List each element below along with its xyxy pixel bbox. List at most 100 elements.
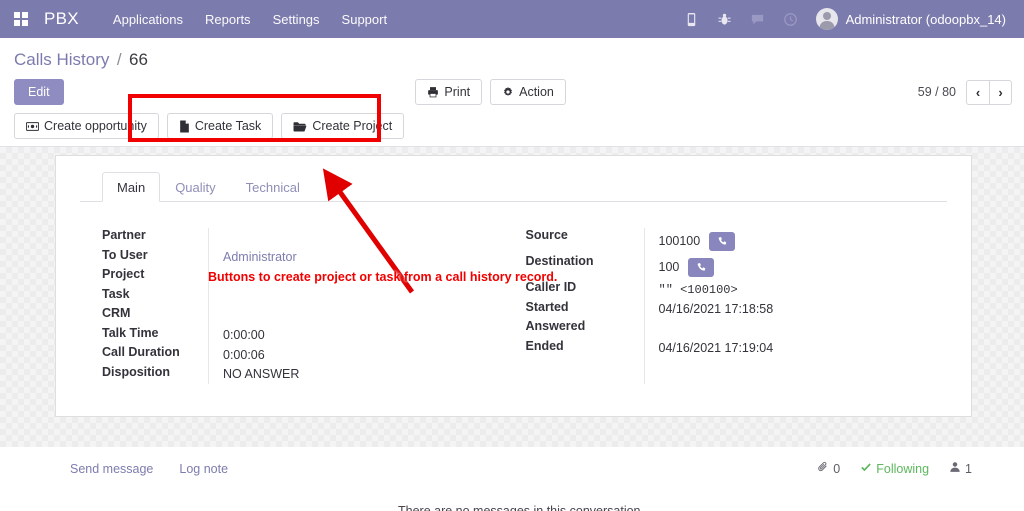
clock-icon[interactable] bbox=[783, 11, 799, 27]
value-destination-row: 100 bbox=[659, 254, 948, 280]
chatter-toolbar: Send message Log note 0 Following 1 bbox=[70, 461, 972, 476]
print-label: Print bbox=[444, 85, 471, 99]
label-project: Project bbox=[102, 267, 145, 281]
control-panel: Edit Print Action 59 / 80 ‹ › bbox=[0, 74, 1024, 109]
control-panel-actions: Print Action bbox=[415, 79, 566, 105]
label-task: Task bbox=[102, 286, 130, 301]
label-answered: Answered bbox=[525, 319, 586, 333]
create-task-button[interactable]: Create Task bbox=[166, 113, 274, 139]
breadcrumb-record-id: 66 bbox=[129, 50, 148, 69]
value-partner bbox=[223, 228, 514, 248]
label-talk-time: Talk Time bbox=[102, 325, 159, 340]
main-menu: Applications Reports Settings Support bbox=[113, 12, 387, 27]
form-tabs: Main Quality Technical bbox=[80, 172, 947, 202]
form-values-right: 100100 100 "" <100100> 04/16/2021 17:18:… bbox=[643, 228, 948, 384]
user-icon bbox=[949, 461, 961, 476]
bug-icon[interactable] bbox=[717, 11, 733, 27]
avatar bbox=[815, 8, 838, 30]
follower-count-value: 1 bbox=[965, 461, 972, 476]
value-to-user[interactable]: Administrator bbox=[223, 248, 514, 268]
printer-icon bbox=[427, 86, 439, 98]
menu-item-support[interactable]: Support bbox=[342, 12, 388, 27]
value-disposition: NO ANSWER bbox=[223, 367, 300, 382]
user-name: Administrator (odoopbx_14) bbox=[845, 11, 1006, 27]
value-crm bbox=[223, 306, 514, 326]
value-project bbox=[223, 267, 514, 287]
form-column-right: Source Destination Caller ID Started Ans… bbox=[514, 228, 948, 384]
create-opportunity-label: Create opportunity bbox=[44, 119, 147, 133]
value-source: 100100 bbox=[658, 234, 701, 248]
record-action-buttons: Create opportunity Create Task Create Pr… bbox=[0, 109, 1024, 147]
pager-next-button[interactable]: › bbox=[988, 79, 1012, 105]
money-bill-icon bbox=[26, 121, 39, 132]
following-status[interactable]: Following bbox=[860, 461, 929, 476]
action-label: Action bbox=[519, 85, 554, 99]
page-body: Main Quality Technical Partner To User P… bbox=[0, 147, 1024, 447]
print-button[interactable]: Print bbox=[415, 79, 483, 105]
label-ended: Ended bbox=[525, 338, 564, 353]
breadcrumb: Calls History / 66 bbox=[0, 38, 1024, 74]
breadcrumb-root[interactable]: Calls History bbox=[14, 50, 109, 69]
label-destination: Destination bbox=[525, 254, 594, 268]
file-icon bbox=[179, 120, 190, 133]
value-destination: 100 bbox=[658, 260, 680, 274]
send-message-button[interactable]: Send message bbox=[70, 462, 153, 476]
tab-main[interactable]: Main bbox=[102, 172, 161, 202]
value-talk-time: 0:00:00 bbox=[223, 328, 265, 343]
label-to-user: To User bbox=[102, 247, 148, 262]
chatter-stats: 0 Following 1 bbox=[817, 461, 972, 476]
label-crm: CRM bbox=[102, 306, 131, 320]
pager-previous-button[interactable]: ‹ bbox=[965, 79, 989, 105]
value-ended: 04/16/2021 17:19:04 bbox=[658, 341, 774, 356]
label-source: Source bbox=[525, 228, 568, 242]
call-destination-button[interactable] bbox=[688, 257, 715, 277]
user-menu[interactable]: Administrator (odoopbx_14) bbox=[815, 8, 1006, 30]
edit-button[interactable]: Edit bbox=[14, 79, 64, 105]
value-started: 04/16/2021 17:18:58 bbox=[658, 302, 774, 317]
attachment-count-value: 0 bbox=[833, 461, 841, 476]
pager-buttons: ‹ › bbox=[965, 79, 1012, 105]
value-task bbox=[223, 287, 514, 307]
follower-count[interactable]: 1 bbox=[949, 461, 972, 476]
menu-item-settings[interactable]: Settings bbox=[273, 12, 320, 27]
label-caller-id: Caller ID bbox=[525, 280, 577, 294]
label-partner: Partner bbox=[102, 228, 146, 242]
value-answered bbox=[659, 319, 948, 339]
menu-item-reports[interactable]: Reports bbox=[205, 12, 251, 27]
value-source-row: 100100 bbox=[659, 228, 948, 254]
pager: 59 / 80 ‹ › bbox=[917, 79, 1012, 105]
tab-quality[interactable]: Quality bbox=[160, 172, 230, 202]
app-root: PBX Applications Reports Settings Suppor… bbox=[0, 0, 1024, 511]
form-labels-right: Source Destination Caller ID Started Ans… bbox=[514, 228, 644, 384]
action-button[interactable]: Action bbox=[490, 79, 566, 105]
create-project-label: Create Project bbox=[312, 119, 393, 133]
apps-grid-icon[interactable] bbox=[14, 12, 28, 26]
phone-icon[interactable] bbox=[684, 11, 700, 27]
log-note-button[interactable]: Log note bbox=[179, 462, 228, 476]
chat-icon[interactable] bbox=[750, 11, 766, 27]
empty-conversation-message: There are no messages in this conversati… bbox=[398, 504, 644, 511]
create-opportunity-button[interactable]: Create opportunity bbox=[14, 113, 159, 139]
attachment-count[interactable]: 0 bbox=[817, 461, 840, 476]
chatter: Send message Log note 0 Following 1 Ther… bbox=[0, 447, 1024, 511]
form-columns: Partner To User Project Task CRM Talk Ti… bbox=[80, 202, 947, 384]
navbar-right: Administrator (odoopbx_14) bbox=[684, 8, 1014, 30]
create-task-label: Create Task bbox=[194, 119, 262, 133]
tab-technical[interactable]: Technical bbox=[231, 172, 315, 202]
label-call-duration: Call Duration bbox=[102, 345, 180, 359]
record-sheet: Main Quality Technical Partner To User P… bbox=[55, 155, 972, 417]
form-values-left: Administrator 0:00:00 0:00:06 NO ANSWER bbox=[208, 228, 514, 384]
top-navbar: PBX Applications Reports Settings Suppor… bbox=[0, 0, 1024, 38]
form-labels-left: Partner To User Project Task CRM Talk Ti… bbox=[80, 228, 208, 384]
create-project-button[interactable]: Create Project bbox=[281, 113, 405, 139]
brand-title[interactable]: PBX bbox=[44, 9, 79, 29]
pager-count: 59 / 80 bbox=[917, 85, 956, 99]
paperclip-icon bbox=[817, 461, 829, 476]
form-column-left: Partner To User Project Task CRM Talk Ti… bbox=[80, 228, 514, 384]
label-started: Started bbox=[525, 299, 569, 314]
check-icon bbox=[860, 461, 872, 476]
call-source-button[interactable] bbox=[709, 231, 736, 251]
menu-item-applications[interactable]: Applications bbox=[113, 12, 183, 27]
folder-open-icon bbox=[293, 121, 307, 132]
value-call-duration: 0:00:06 bbox=[223, 347, 265, 362]
